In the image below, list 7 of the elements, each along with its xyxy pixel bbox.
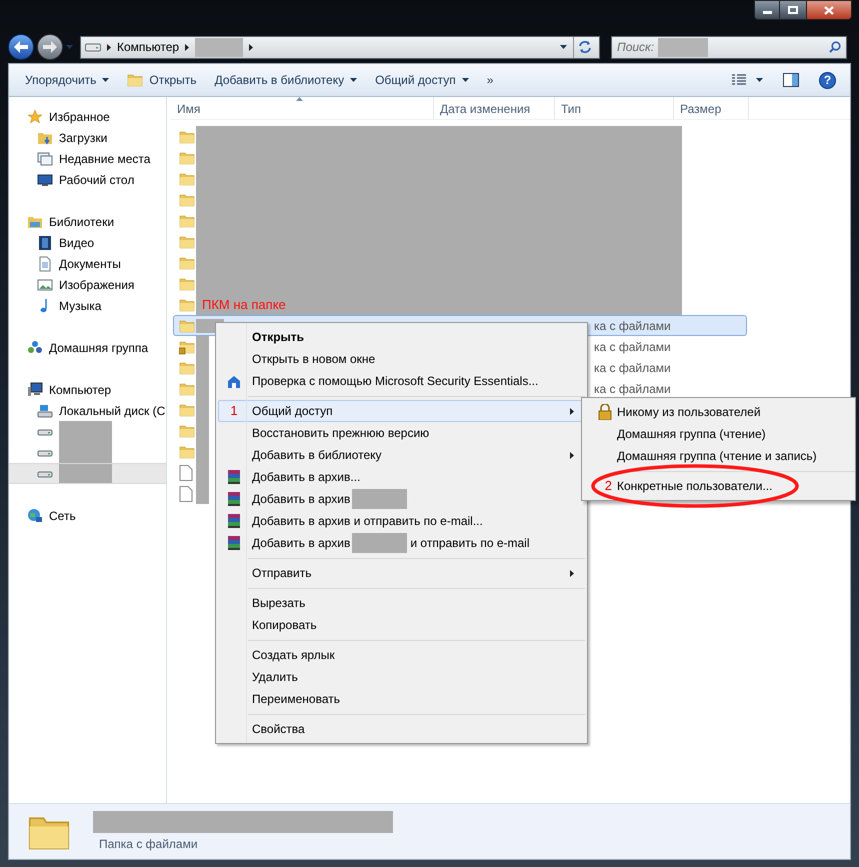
type-cell-text: ка с файлами: [594, 338, 672, 356]
type-cell-text: ка с файлами: [594, 360, 672, 376]
step-number: 2: [604, 477, 612, 496]
type-cell-text: ка с файлами: [594, 318, 672, 334]
step-number: 1: [230, 402, 238, 420]
type-cell-text: ка с файлами: [594, 380, 672, 398]
item-type-text: Папка с файлами: [98, 836, 199, 852]
